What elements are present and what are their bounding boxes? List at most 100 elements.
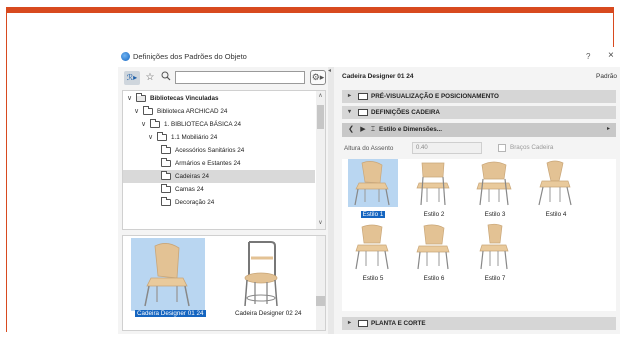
folder-icon: [157, 132, 167, 141]
object-thumbnails: Cadeira Designer 01 24 Cadeira Designer …: [122, 235, 326, 331]
folder-icon: [150, 119, 160, 128]
style-label: Estilo 2: [423, 211, 445, 218]
folder-icon: [161, 197, 171, 206]
tree-item-label: 1.1 Mobiliário 24: [171, 134, 218, 141]
help-button[interactable]: ?: [586, 52, 590, 61]
search-icon[interactable]: [158, 71, 174, 85]
star-icon[interactable]: ☆: [142, 71, 158, 85]
dialog-title: Definições dos Padrões do Objeto: [133, 52, 247, 61]
tree-item-label: Decoração 24: [175, 199, 215, 206]
section-preview[interactable]: ▸ PRÉ-VISUALIZAÇÃO E POSICIONAMENTO: [342, 90, 616, 103]
tree-item-sanitary-accessories[interactable]: Acessórios Sanitários 24: [123, 144, 315, 157]
scrollbar-thumb[interactable]: [317, 105, 324, 129]
chevron-down-icon[interactable]: ∨: [127, 92, 132, 105]
style-option[interactable]: Estilo 5: [344, 223, 400, 287]
chevron-down-icon[interactable]: ∨: [134, 105, 139, 118]
style-option[interactable]: Estilo 7: [466, 223, 522, 287]
style-option[interactable]: Estilo 6: [405, 223, 461, 287]
gear-icon[interactable]: ⚙▸: [310, 70, 326, 85]
library-toolbar: ℛ▸ ☆ ⚙▸: [122, 69, 326, 87]
object-default-settings-dialog: Definições dos Padrões do Objeto ? × ℛ▸ …: [118, 47, 620, 334]
dimensions-icon: ⌶: [370, 126, 376, 133]
chair-thumbnail-01[interactable]: [131, 238, 205, 311]
style-option[interactable]: Estilo 2: [405, 159, 461, 223]
thumbnail-label[interactable]: Cadeira Designer 02 24: [233, 310, 304, 317]
search-input[interactable]: [175, 71, 305, 84]
tree-item-chairs[interactable]: Cadeiras 24: [123, 170, 315, 183]
style-label: Estilo 4: [545, 211, 567, 218]
tree-item-label: Bibliotecas Vinculadas: [150, 95, 219, 102]
chevron-down-icon[interactable]: ∨: [141, 118, 146, 131]
section-title: DEFINIÇÕES CADEIRA: [371, 109, 440, 116]
tree-item-label: Armários e Estantes 24: [175, 160, 241, 167]
chair-style-image: [348, 159, 398, 207]
chair-style-image: [409, 223, 459, 271]
style-grid: Estilo 1 Estilo 2 Estilo 3 Estilo 4 Esti…: [342, 159, 616, 311]
style-label: Estilo 3: [484, 211, 506, 218]
plan-icon: [358, 320, 368, 327]
tree-item-beds[interactable]: Camas 24: [123, 183, 315, 196]
page-navigator: ❮ ▶ ⌶ Estilo e Dimensões... ▸: [342, 123, 616, 137]
chevron-down-icon[interactable]: ∨: [148, 131, 153, 144]
arms-checkbox[interactable]: [498, 144, 506, 152]
chair-style-image: [470, 223, 520, 271]
close-button[interactable]: ×: [608, 50, 614, 61]
library-folder-icon: [136, 93, 146, 102]
tree-item-label: 1. BIBLIOTECA BÁSICA 24: [164, 121, 241, 128]
section-plan-section[interactable]: ▸ PLANTA E CORTE: [342, 317, 616, 330]
section-chair-settings[interactable]: ▾ DEFINIÇÕES CADEIRA: [342, 106, 616, 119]
style-label: Estilo 1: [360, 211, 386, 218]
chair-style-image: [409, 159, 459, 207]
settings-icon: [358, 109, 368, 116]
style-option[interactable]: Estilo 4: [527, 159, 583, 223]
seat-height-field[interactable]: 0.40: [412, 142, 482, 154]
tree-item-label: Biblioteca ARCHICAD 24: [157, 108, 228, 115]
chair-style-image: [348, 223, 398, 271]
folder-icon: [143, 106, 153, 115]
folder-icon: [161, 171, 171, 180]
tree-item-archicad-library[interactable]: ∨ Biblioteca ARCHICAD 24: [123, 105, 315, 118]
tree-scrollbar[interactable]: ∧ ∨: [316, 91, 325, 229]
archicad-app-icon: [121, 52, 130, 61]
seat-height-label: Altura do Assento: [344, 145, 394, 152]
scroll-down-icon[interactable]: ∨: [316, 219, 325, 226]
chair-thumbnail-02[interactable]: [223, 238, 297, 311]
preview-icon: [358, 93, 368, 100]
style-option[interactable]: Estilo 3: [466, 159, 522, 223]
style-label: Estilo 7: [484, 275, 506, 282]
chair-style-image: [470, 159, 520, 207]
tree-item-linked-libraries[interactable]: ∨ Bibliotecas Vinculadas: [123, 92, 315, 105]
object-name: Cadeira Designer 01 24: [342, 73, 414, 80]
tree-item-basic-library[interactable]: ∨ 1. BIBLIOTECA BÁSICA 24: [123, 118, 315, 131]
tree-item-label: Cadeiras 24: [175, 173, 209, 180]
page-title[interactable]: Estilo e Dimensões...: [379, 123, 442, 137]
collapse-arrow-icon[interactable]: ▾: [348, 106, 351, 119]
folder-icon: [161, 158, 171, 167]
style-option[interactable]: Estilo 1: [344, 159, 400, 223]
title-bar: Definições dos Padrões do Objeto ? ×: [118, 47, 620, 67]
settings-panel: Cadeira Designer 01 24 Padrão ▸ PRÉ-VISU…: [334, 67, 620, 334]
tree-item-label: Acessórios Sanitários 24: [175, 147, 245, 154]
previous-page-icon[interactable]: ❮: [346, 125, 356, 135]
chair-style-image: [531, 159, 581, 207]
scrollbar-thumb[interactable]: [316, 296, 325, 306]
style-label: Estilo 5: [362, 275, 384, 282]
arms-label: Braços Cadeira: [510, 144, 554, 151]
tree-item-decoration[interactable]: Decoração 24: [123, 196, 315, 209]
style-label: Estilo 6: [423, 275, 445, 282]
expand-arrow-icon[interactable]: ▸: [348, 90, 351, 103]
expand-arrow-icon[interactable]: ▸: [348, 317, 351, 330]
tree-item-furniture[interactable]: ∨ 1.1 Mobiliário 24: [123, 131, 315, 144]
thumbnails-scrollbar[interactable]: [316, 236, 325, 330]
scroll-up-icon[interactable]: ∧: [316, 92, 325, 99]
next-page-icon[interactable]: ▶: [358, 125, 368, 135]
folder-icon: [161, 184, 171, 193]
collapse-arrow-icon[interactable]: ◂: [328, 67, 331, 74]
thumbnail-label[interactable]: Cadeira Designer 01 24: [135, 310, 206, 317]
library-mode-icon[interactable]: ℛ▸: [124, 71, 140, 85]
page-dropdown-icon[interactable]: ▸: [607, 125, 610, 132]
library-browser-panel: ℛ▸ ☆ ⚙▸ ∨ Bibliotecas Vinculadas ∨ Bibli…: [120, 67, 328, 334]
tree-item-label: Camas 24: [175, 186, 204, 193]
tree-item-cabinets[interactable]: Armários e Estantes 24: [123, 157, 315, 170]
section-title: PRÉ-VISUALIZAÇÃO E POSICIONAMENTO: [371, 93, 499, 100]
